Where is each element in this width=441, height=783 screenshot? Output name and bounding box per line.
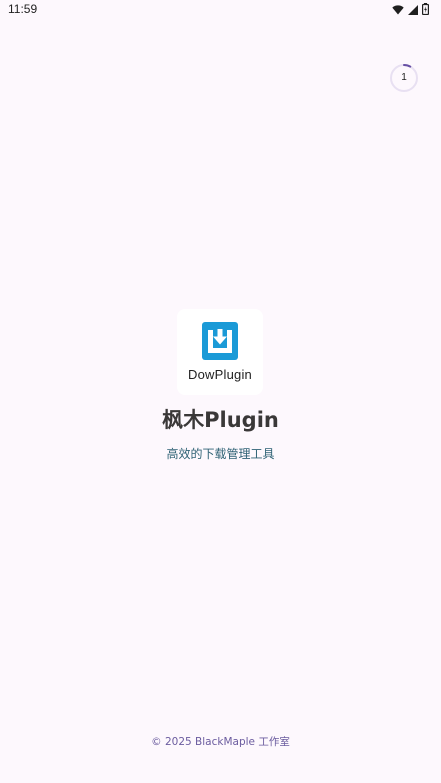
countdown-number: 1: [401, 72, 407, 83]
status-icons: [392, 2, 430, 15]
app-logo: DowPlugin: [177, 309, 263, 395]
status-time: 11:59: [8, 2, 38, 16]
status-bar: 11:59: [0, 0, 441, 20]
skip-countdown-button[interactable]: 1: [389, 63, 419, 93]
wifi-icon: [392, 0, 404, 19]
copyright-footer: © 2025 BlackMaple 工作室: [151, 736, 290, 748]
app-title: 枫木Plugin: [162, 408, 279, 432]
logo-wordmark: DowPlugin: [188, 367, 252, 382]
app-subtitle: 高效的下载管理工具: [166, 447, 275, 461]
signal-icon: [408, 0, 418, 19]
battery-icon: [422, 0, 430, 19]
download-tray-icon: [202, 322, 238, 360]
